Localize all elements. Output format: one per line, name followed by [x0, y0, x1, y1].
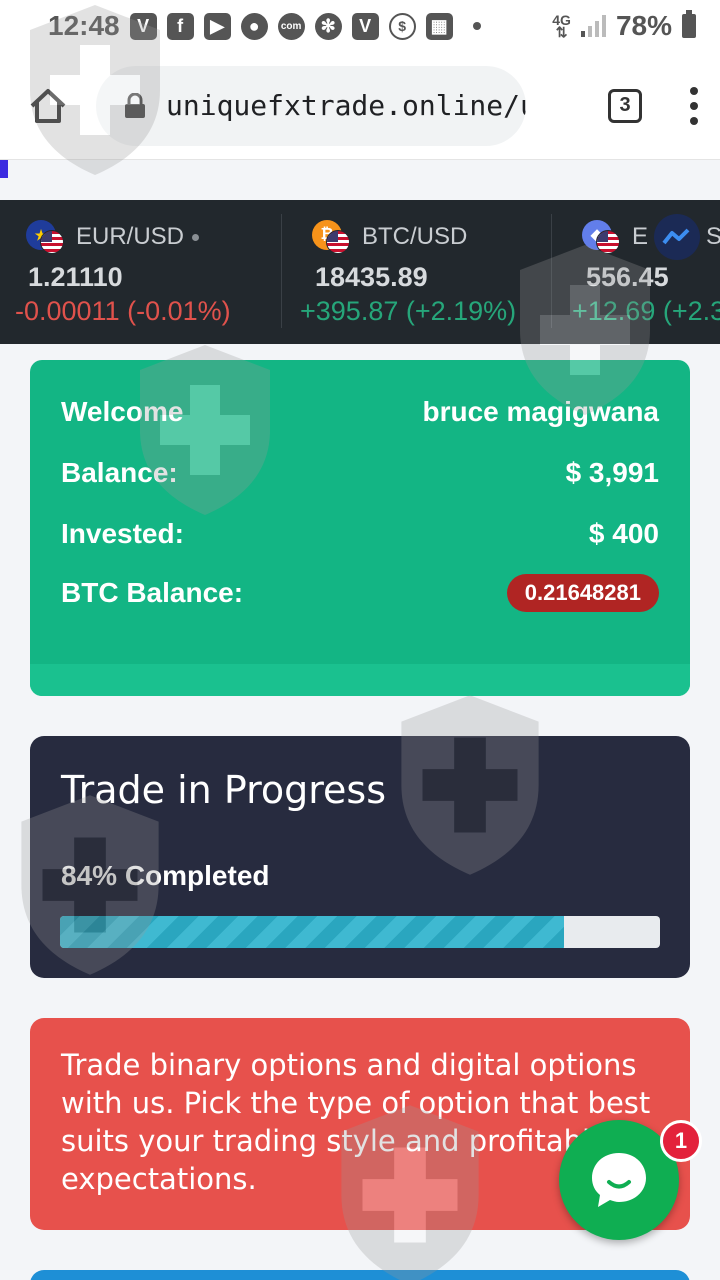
ticker-pair: EUR/USD: [76, 223, 185, 250]
facebook-icon: f: [166, 12, 194, 40]
welcome-label: Welcome: [61, 396, 184, 427]
v-icon: V: [129, 12, 157, 40]
ticker-pair: BTC/USD: [362, 223, 468, 250]
s-icon: $: [388, 12, 416, 40]
welcome-row: Welcome bruce magigwana: [61, 396, 659, 428]
v-icon: V: [351, 12, 379, 40]
trade-title: Trade in Progress: [61, 768, 387, 812]
notification-icons: V f ▶ ● com ✻ V $ ▦: [129, 12, 481, 40]
more-notifications-dot: [472, 22, 481, 30]
balance-row: Balance: $ 3,991: [61, 457, 659, 489]
com-icon: com: [277, 12, 305, 40]
eth-usd-flag-icon: ◆: [582, 220, 628, 254]
signal-icon: [580, 15, 606, 37]
chat-unread-badge: 1: [660, 1120, 702, 1162]
status-time: 12:48: [48, 10, 120, 41]
battery-icon: [682, 10, 696, 38]
ticker-item[interactable]: ★ EUR/USD 1.21110 -0.00011 (-0.01%): [0, 200, 280, 344]
btc-balance-badge: 0.21648281: [506, 574, 659, 612]
lock-icon: [125, 92, 145, 118]
ticker-change: +12.69 (+2.3: [572, 296, 720, 326]
eur-usd-flag-icon: ★: [26, 220, 72, 254]
btc-balance-row: BTC Balance: 0.21648281: [61, 574, 659, 612]
ticker-price: 556.45: [586, 262, 669, 292]
photo-icon: ▦: [425, 12, 453, 40]
home-icon[interactable]: [28, 86, 68, 126]
btc-usd-flag-icon: ₿: [312, 220, 358, 254]
tradingview-logo-icon[interactable]: [654, 214, 700, 260]
browser-toolbar: uniquefxtrade.online/us 3: [0, 52, 720, 160]
ticker-item[interactable]: ₿ BTC/USD 18435.89 +395.87 (+2.19%): [282, 200, 550, 344]
btc-balance-label: BTC Balance:: [61, 577, 244, 608]
asterisk-icon: ✻: [314, 12, 342, 40]
tab-switcher-button[interactable]: 3: [608, 88, 642, 123]
invested-value: $ 400: [588, 518, 659, 549]
ticker-change: +395.87 (+2.19%): [300, 296, 517, 326]
user-name: bruce magigwana: [422, 396, 659, 427]
ticker-price: 18435.89: [315, 262, 428, 292]
trade-status: 84% Completed: [61, 860, 270, 891]
invested-row: Invested: $ 400: [61, 518, 659, 550]
ticker-pair-tail: S: [706, 223, 720, 250]
ticker-pair: E: [632, 223, 649, 250]
browser-menu-icon[interactable]: [688, 86, 700, 125]
chat-bubble-icon: [592, 1153, 646, 1207]
trade-progress-card: Trade in Progress 84% Completed: [30, 736, 690, 978]
battery-percent: 78%: [615, 10, 672, 41]
youtube-icon: ▶: [203, 12, 231, 40]
trade-progress-fill: [60, 916, 564, 948]
next-card: [30, 1270, 690, 1280]
market-status-dot: [192, 233, 200, 241]
balance-value: $ 3,991: [565, 457, 659, 488]
price-ticker[interactable]: ★ EUR/USD 1.21110 -0.00011 (-0.01%) ₿ BT…: [0, 200, 720, 344]
ticker-price: 1.21110: [28, 262, 123, 292]
status-bar: 12:48 V f ▶ ● com ✻ V $ ▦ 4G ⇅ 78%: [0, 0, 720, 52]
ticker-change: -0.00011 (-0.01%): [15, 296, 231, 326]
url-text[interactable]: uniquefxtrade.online/us: [166, 89, 526, 122]
balance-label: Balance:: [61, 457, 178, 488]
card-footer: [30, 664, 690, 696]
trade-progress-bar: [60, 916, 660, 948]
address-bar[interactable]: uniquefxtrade.online/us: [96, 65, 526, 146]
network-type: 4G ⇅: [552, 12, 571, 40]
invested-label: Invested:: [61, 518, 184, 549]
page-load-indicator: [0, 160, 8, 178]
account-summary-card: Welcome bruce magigwana Balance: $ 3,991…: [30, 360, 690, 696]
man-utd-icon: ●: [240, 12, 268, 40]
